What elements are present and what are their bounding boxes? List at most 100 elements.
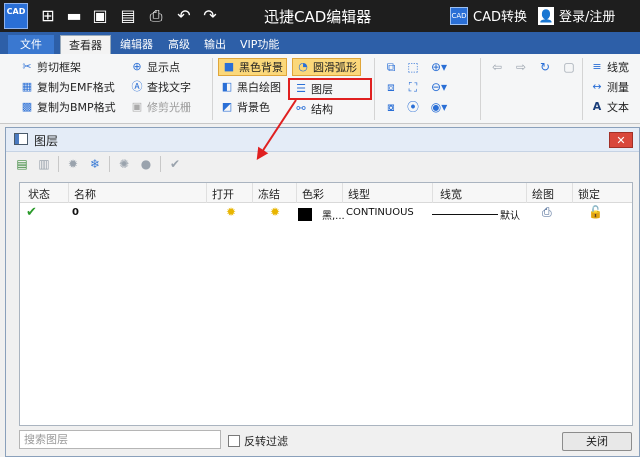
copy-emf-button[interactable]: ▦ 复制为EMF格式	[20, 78, 115, 96]
text-button[interactable]: A 文本	[590, 98, 629, 116]
undo-icon[interactable]: ↶	[174, 6, 194, 26]
bulb-icon[interactable]: ●	[138, 156, 154, 172]
cad-convert-icon: CAD	[450, 6, 468, 25]
lineweight-icon: ≡	[592, 60, 602, 73]
column-divider	[572, 183, 573, 203]
tab-editor[interactable]: 编辑器	[112, 35, 161, 54]
layers-toolbar: ▤ ▥ ✹ ❄ ✺ ● ✔	[14, 154, 183, 174]
save-as-icon[interactable]: ▤	[118, 6, 138, 26]
arrow-left-icon[interactable]: ⇦	[488, 58, 506, 76]
toolbar-separator	[109, 156, 110, 172]
ribbon-separator	[582, 58, 583, 120]
window-titlebar: CAD ⊞ ▬ ▣ ▤ ⎙ ↶ ↷ 迅捷CAD编辑器 CAD CAD转换 👤 登…	[0, 0, 640, 32]
tab-advanced[interactable]: 高级	[160, 35, 198, 54]
dialog-close-icon[interactable]: ✕	[609, 132, 633, 148]
delete-layer-icon[interactable]: ▥	[36, 156, 52, 172]
tab-file[interactable]: 文件	[8, 35, 54, 54]
layers-window-icon	[14, 133, 28, 145]
smooth-arc-button[interactable]: ◔ 圆滑弧形	[292, 58, 361, 76]
login-label: 登录/注册	[559, 10, 616, 25]
window-title: 迅捷CAD编辑器	[264, 8, 372, 26]
raster-icon: ▣	[131, 100, 143, 113]
zoom-realtime-icon[interactable]: ⦿	[404, 98, 422, 116]
column-divider	[526, 183, 527, 203]
orbit-icon[interactable]: ◉▾	[430, 98, 448, 116]
refresh-icon[interactable]: ↻	[536, 58, 554, 76]
print-icon[interactable]: ⎙	[146, 6, 166, 26]
copy-bmp-button[interactable]: ▩ 复制为BMP格式	[20, 98, 116, 116]
bw-drawing-button[interactable]: ◧ 黑白绘图	[220, 78, 281, 96]
zoom-out-icon[interactable]: ⊖▾	[430, 78, 448, 96]
column-header-color[interactable]: 色彩	[302, 186, 324, 202]
new-layer-icon[interactable]: ▤	[14, 156, 30, 172]
add-icon[interactable]: ⊞	[38, 6, 58, 26]
tab-vip[interactable]: VIP功能	[232, 35, 287, 54]
tab-viewer[interactable]: 查看器	[60, 35, 111, 54]
column-header-status[interactable]: 状态	[28, 186, 50, 202]
column-header-lock[interactable]: 锁定	[578, 186, 600, 202]
layer-lineweight[interactable]: 默认	[500, 207, 520, 222]
column-divider	[432, 183, 433, 203]
zoom-window-icon[interactable]: ⧉	[382, 58, 400, 76]
search-layers-input[interactable]: 搜索图层	[19, 430, 221, 449]
cad-convert-label: CAD转换	[473, 10, 527, 25]
arrow-right-icon[interactable]: ⇨	[512, 58, 530, 76]
show-points-button[interactable]: ⊕ 显示点	[130, 58, 180, 76]
save-icon[interactable]: ▣	[90, 6, 110, 26]
set-current-icon[interactable]: ✔	[167, 156, 183, 172]
column-header-name[interactable]: 名称	[74, 186, 96, 202]
invert-filter-option[interactable]: 反转过滤	[228, 433, 288, 449]
layer-freeze-icon[interactable]: ❄	[87, 156, 103, 172]
invert-filter-checkbox[interactable]	[228, 435, 240, 447]
ribbon-tabs: 文件 查看器 编辑器 高级 输出 VIP功能	[0, 32, 640, 54]
cad-convert-button[interactable]: CAD CAD转换	[450, 6, 527, 25]
fit-icon[interactable]: ⬚	[404, 58, 422, 76]
ribbon-separator	[374, 58, 375, 120]
tab-output[interactable]: 输出	[196, 35, 234, 54]
column-header-freeze[interactable]: 冻结	[258, 186, 280, 202]
find-text-button[interactable]: Ⓐ 查找文字	[130, 78, 192, 96]
layer-thaw-icon[interactable]: ✹	[270, 205, 280, 219]
layer-name: 0	[72, 207, 79, 218]
black-background-icon: ■	[223, 60, 235, 73]
text-icon: A	[592, 100, 602, 113]
close-button[interactable]: 关闭	[562, 432, 632, 451]
cut-frame-button[interactable]: ✂ 剪切框架	[20, 58, 81, 76]
layer-linetype[interactable]: CONTINUOUS	[346, 207, 414, 218]
redo-icon[interactable]: ↷	[200, 6, 220, 26]
black-background-button[interactable]: ■ 黑色背景	[218, 58, 287, 76]
ruler-icon: ↔	[592, 80, 602, 93]
layers-dialog: 图层 ✕ ▤ ▥ ✹ ❄ ✺ ● ✔ 状态 名称 打开 冻结 色彩 线型 线宽	[5, 127, 640, 457]
pan-icon[interactable]: ⧈	[382, 78, 400, 96]
measure-button[interactable]: ↔ 测量	[590, 78, 629, 96]
toolbar-separator	[160, 156, 161, 172]
layer-on-icon[interactable]: ✹	[65, 156, 81, 172]
extents-icon[interactable]: ⛶	[404, 78, 422, 96]
layer-settings-icon[interactable]: ✺	[116, 156, 132, 172]
status-check-icon: ✔	[26, 205, 37, 220]
column-divider	[252, 183, 253, 203]
table-row[interactable]: ✔ 0 ✹ ✹ 黑,... CONTINUOUS 默认 ⎙ 🔓	[20, 205, 632, 223]
toolbar-separator	[58, 156, 59, 172]
printer-icon[interactable]: ⎙	[542, 205, 552, 220]
trim-raster-button[interactable]: ▣ 修剪光栅	[130, 98, 191, 116]
view-icon[interactable]: ▢	[560, 58, 578, 76]
unlock-icon[interactable]: 🔓	[588, 205, 603, 219]
lineweight-button[interactable]: ≡ 线宽	[590, 58, 629, 76]
lineweight-line	[432, 214, 498, 215]
open-folder-icon[interactable]: ▬	[64, 6, 84, 26]
structure-button[interactable]: ⚯ 结构	[294, 100, 333, 118]
zoom-in-icon[interactable]: ⊕▾	[430, 58, 448, 76]
column-divider	[68, 183, 69, 203]
structure-icon: ⚯	[296, 102, 306, 115]
background-color-button[interactable]: ◩ 背景色	[220, 98, 270, 116]
column-header-linetype[interactable]: 线型	[348, 186, 370, 202]
layer-color-swatch[interactable]	[298, 208, 312, 221]
zoom-prev-icon[interactable]: ⧇	[382, 98, 400, 116]
column-header-lineweight[interactable]: 线宽	[440, 186, 462, 202]
crosshair-icon: ⊕	[132, 60, 142, 73]
layer-on-icon[interactable]: ✹	[226, 205, 236, 219]
column-header-on[interactable]: 打开	[212, 186, 234, 202]
column-header-plot[interactable]: 绘图	[532, 186, 554, 202]
login-button[interactable]: 👤 登录/注册	[538, 6, 615, 25]
